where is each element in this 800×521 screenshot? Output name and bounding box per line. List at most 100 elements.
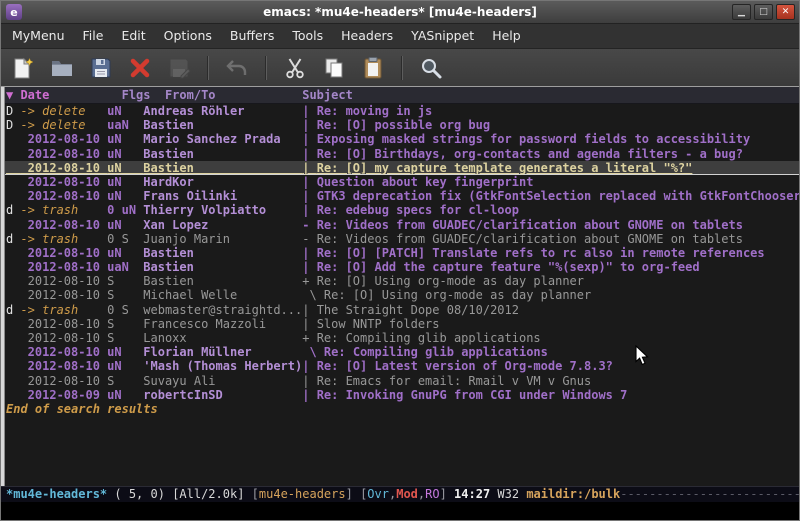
minimize-button[interactable]: ▁ — [732, 4, 751, 20]
message-row[interactable]: 2012-08-10 uN Xan Lopez - Re: Videos fro… — [1, 218, 799, 232]
modeline-segment-plain: ( 5, 0) — [107, 487, 172, 501]
emacs-window: e emacs: *mu4e-headers* [mu4e-headers] ▁… — [0, 0, 800, 521]
menu-item-buffers[interactable]: Buffers — [221, 24, 283, 48]
message-subject: Re: [O] Using org-mode as day planner — [324, 288, 591, 302]
message-subject: Re: [O] Using org-mode as day planner — [317, 274, 584, 288]
message-from: HardKor — [143, 175, 302, 189]
menu-item-help[interactable]: Help — [483, 24, 530, 48]
scrollbar[interactable] — [1, 87, 5, 486]
message-subject: GTK3 deprecation fix (GtkFontSelection r… — [317, 189, 799, 203]
menu-item-file[interactable]: File — [74, 24, 113, 48]
message-subject: Re: Videos from GUADEC/clarification abo… — [317, 218, 743, 232]
thread-separator: \ — [302, 288, 324, 302]
message-row[interactable]: 2012-08-10 uN Mario Sanchez Prada | Expo… — [1, 132, 799, 146]
mark-indicator: d — [6, 303, 20, 317]
message-date: -> trash — [20, 203, 107, 217]
message-date: -> delete — [20, 104, 107, 118]
message-flags: S — [107, 288, 143, 302]
thread-separator: | — [302, 374, 316, 388]
cut-button[interactable] — [281, 54, 309, 82]
message-row[interactable]: 2012-08-10 S Lanoxx + Re: Compiling glib… — [1, 331, 799, 345]
close-button[interactable]: ✕ — [776, 4, 795, 20]
message-row[interactable]: 2012-08-10 S Bastien + Re: [O] Using org… — [1, 274, 799, 288]
message-from: Bastien — [143, 147, 302, 161]
message-from: Andreas Röhler — [143, 104, 302, 118]
message-subject: Re: edebug specs for cl-loop — [317, 203, 519, 217]
save-button[interactable] — [87, 54, 115, 82]
undo-button[interactable] — [223, 54, 251, 82]
message-row[interactable]: 2012-08-10 S Michael Welle \ Re: [O] Usi… — [1, 288, 799, 302]
mark-indicator — [6, 359, 20, 373]
message-flags: uN — [107, 359, 143, 373]
message-flags: S — [107, 331, 143, 345]
message-from: Xan Lopez — [143, 218, 302, 232]
mark-indicator — [6, 388, 20, 402]
mark-indicator — [6, 161, 20, 175]
message-from: robertcInSD — [143, 388, 302, 402]
message-row[interactable]: 2012-08-10 uN Florian Müllner \ Re: Comp… — [1, 345, 799, 359]
mark-indicator — [6, 147, 20, 161]
open-folder-icon — [50, 56, 74, 80]
mark-indicator — [6, 345, 20, 359]
message-row[interactable]: 2012-08-10 uN HardKor | Question about k… — [1, 175, 799, 189]
message-row[interactable]: D -> delete uaN Bastien | Re: [O] possib… — [1, 118, 799, 132]
mark-indicator — [6, 274, 20, 288]
thread-separator: + — [302, 331, 316, 345]
search-button[interactable] — [417, 54, 445, 82]
message-row[interactable]: 2012-08-10 uN Frans Oilinki | GTK3 depre… — [1, 189, 799, 203]
modeline-segment-dim: ] — [346, 487, 360, 501]
message-date: 2012-08-10 — [20, 345, 107, 359]
mark-indicator — [6, 132, 20, 146]
menu-item-yasnippet[interactable]: YASnippet — [402, 24, 483, 48]
message-row[interactable]: d -> trash 0 S webmaster@straightd...| T… — [1, 303, 799, 317]
message-date: 2012-08-10 — [20, 189, 107, 203]
message-row[interactable]: 2012-08-10 S Francesco Mazzoli | Slow NN… — [1, 317, 799, 331]
menu-item-headers[interactable]: Headers — [332, 24, 402, 48]
toolbar-separator — [265, 56, 267, 80]
thread-separator: | — [302, 359, 316, 373]
thread-separator: | — [302, 161, 316, 175]
menu-item-edit[interactable]: Edit — [112, 24, 154, 48]
mark-indicator — [6, 317, 20, 331]
message-flags: uN — [107, 175, 143, 189]
copy-button[interactable] — [320, 54, 348, 82]
close-buffer-button[interactable] — [126, 54, 154, 82]
message-row[interactable]: 2012-08-10 uN Bastien | Re: [O] [PATCH] … — [1, 246, 799, 260]
message-date: 2012-08-09 — [20, 388, 107, 402]
message-subject: Re: [O] [PATCH] Translate refs to rc als… — [317, 246, 765, 260]
thread-separator: | — [302, 175, 316, 189]
save-as-button[interactable] — [165, 54, 193, 82]
message-row[interactable]: 2012-08-10 S Suvayu Ali | Re: Emacs for … — [1, 374, 799, 388]
message-flags: uN — [107, 246, 143, 260]
message-row[interactable]: 2012-08-10 uaN Bastien | Re: [O] Add the… — [1, 260, 799, 274]
menu-item-options[interactable]: Options — [155, 24, 221, 48]
headers-column-header[interactable]: ▼ Date Flgs From/To Subject — [1, 87, 799, 104]
message-row[interactable]: 2012-08-10 uN Bastien | Re: [O] Birthday… — [1, 147, 799, 161]
message-row[interactable]: 2012-08-10 uN Bastien | Re: [O] my captu… — [1, 161, 799, 175]
titlebar[interactable]: e emacs: *mu4e-headers* [mu4e-headers] ▁… — [1, 1, 799, 24]
message-date: 2012-08-10 — [20, 374, 107, 388]
message-date: 2012-08-10 — [20, 147, 107, 161]
window-buttons: ▁ □ ✕ — [732, 4, 795, 20]
maximize-button[interactable]: □ — [754, 4, 773, 20]
modeline-segment-time: 14:27 — [454, 487, 497, 501]
window-title: emacs: *mu4e-headers* [mu4e-headers] — [263, 5, 537, 19]
new-file-button[interactable] — [9, 54, 37, 82]
message-row[interactable]: 2012-08-09 uN robertcInSD | Re: Invoking… — [1, 388, 799, 402]
minibuffer[interactable] — [1, 502, 799, 520]
modeline-segment-mode: mu4e-headers — [259, 487, 346, 501]
open-folder-button[interactable] — [48, 54, 76, 82]
message-row[interactable]: D -> delete uN Andreas Röhler | Re: movi… — [1, 104, 799, 118]
mark-indicator — [6, 218, 20, 232]
menu-item-tools[interactable]: Tools — [283, 24, 332, 48]
message-row[interactable]: d -> trash 0 uN Thierry Volpiatto | Re: … — [1, 203, 799, 217]
menu-item-mymenu[interactable]: MyMenu — [3, 24, 74, 48]
buffer-area: ▼ Date Flgs From/To Subject D -> delete … — [1, 87, 799, 486]
flags-column-header: Flgs — [122, 88, 165, 102]
message-row[interactable]: 2012-08-10 uN 'Mash (Thomas Herbert)| Re… — [1, 359, 799, 373]
save-as-icon — [167, 56, 191, 80]
message-date: 2012-08-10 — [20, 260, 107, 274]
paste-button[interactable] — [359, 54, 387, 82]
message-list: D -> delete uN Andreas Röhler | Re: movi… — [1, 104, 799, 402]
message-row[interactable]: d -> trash 0 S Juanjo Marin - Re: Videos… — [1, 232, 799, 246]
